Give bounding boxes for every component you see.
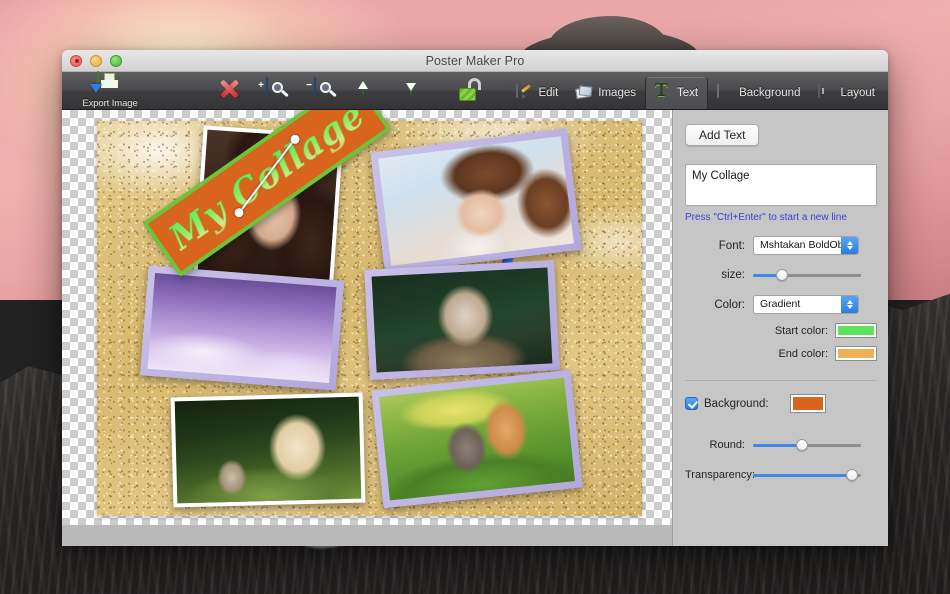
toolbar: Export Image + − [62,72,888,110]
delete-button[interactable] [218,78,244,104]
open-padlock-icon[interactable] [458,78,484,104]
color-label: Color: [685,299,753,311]
collage-canvas[interactable]: My Collage [62,110,672,546]
round-slider[interactable] [753,438,861,452]
floppy-disk-download-icon [97,72,123,96]
tab-layout[interactable]: Layout [809,77,884,109]
photo-cranes-sunset[interactable] [140,265,344,390]
end-color-label: End color: [778,348,828,360]
layout-grid-icon [818,85,835,102]
tab-edit-label: Edit [538,87,558,99]
start-color-label: Start color: [775,325,828,337]
images-stack-icon [576,85,593,102]
text-t-icon [655,85,672,102]
photo-kitten[interactable] [364,260,559,380]
round-label: Round: [685,439,753,451]
title-bar: Poster Maker Pro [62,50,888,72]
font-row: Font: Mshtakan BoldObli... [685,236,876,255]
round-row: Round: [685,438,876,452]
transparency-slider[interactable] [753,468,861,482]
tab-images[interactable]: Images [567,77,645,109]
end-color-swatch[interactable] [836,347,876,360]
tab-background-label: Background [739,87,800,99]
tab-text[interactable]: Text [645,77,708,109]
size-label: size: [685,269,753,281]
background-swatch-icon [717,85,734,102]
transparency-label: Transparency: [685,469,753,481]
add-text-button[interactable]: Add Text [685,124,759,146]
app-window: Poster Maker Pro Export Image + − [62,50,888,546]
photo-puppy-and-kitten[interactable] [171,393,366,508]
toolbar-actions: + − [218,78,484,104]
export-image-button[interactable]: Export Image [74,73,146,109]
color-mode-value: Gradient [760,298,800,310]
chevron-updown-icon [841,296,858,313]
size-slider[interactable] [753,268,861,282]
tab-images-label: Images [598,87,636,99]
toolbar-tabs: Edit Images Text Background Layout [507,71,884,109]
background-color-swatch[interactable] [791,395,825,412]
new-line-hint: Press "Ctrl+Enter" to start a new line [685,212,876,223]
export-image-label: Export Image [82,98,137,109]
color-row: Color: Gradient [685,295,876,314]
size-row: size: [685,268,876,282]
background-row: Background: [685,395,876,412]
edit-pencil-icon [516,85,533,102]
text-input[interactable]: My Collage [685,164,877,206]
start-color-row: Start color: [685,324,876,337]
background-checkbox[interactable] [685,397,698,410]
window-title: Poster Maker Pro [62,54,888,68]
font-select[interactable]: Mshtakan BoldObli... [753,236,859,255]
zoom-out-button[interactable]: − [314,78,340,104]
zoom-in-button[interactable]: + [266,78,292,104]
canvas-bottom-gutter [62,525,672,546]
tab-edit[interactable]: Edit [507,77,567,109]
move-up-button[interactable] [362,78,388,104]
tab-layout-label: Layout [840,87,875,99]
end-color-row: End color: [685,347,876,360]
font-label: Font: [685,240,753,252]
tab-background[interactable]: Background [708,77,809,109]
photo-two-rabbits[interactable] [371,370,582,508]
window-body: My Collage Add Text My Collage Press "Ct… [62,110,888,546]
background-label: Background: [704,398,769,410]
toolbar-left-group: Export Image [62,73,146,109]
chevron-updown-icon [841,237,858,254]
tab-text-label: Text [677,87,698,99]
panel-divider [685,380,876,381]
color-mode-select[interactable]: Gradient [753,295,859,314]
text-properties-panel: Add Text My Collage Press "Ctrl+Enter" t… [672,110,888,546]
start-color-swatch[interactable] [836,324,876,337]
move-down-button[interactable] [410,78,436,104]
transparency-row: Transparency: [685,468,876,482]
photo-girl-portrait[interactable] [370,128,581,273]
